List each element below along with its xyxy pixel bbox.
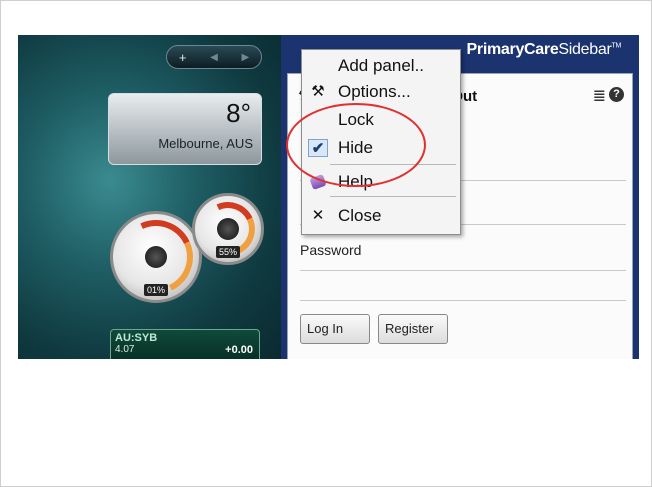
- weather-location: Melbourne, AUS: [158, 136, 253, 151]
- brand-secondary: Sidebar: [558, 41, 612, 58]
- slide-frame: + ◀ ▶ 8° Melbourne, AUS 01% 55% AU:SYB 4…: [0, 0, 652, 487]
- add-gadget-button[interactable]: +: [179, 50, 187, 65]
- memory-meter-gauge[interactable]: 55%: [192, 193, 264, 265]
- previous-page-button[interactable]: ◀: [210, 52, 218, 63]
- stock-symbol: AU:SYB: [115, 332, 158, 344]
- password-field-line[interactable]: [300, 270, 626, 271]
- list-menu-icon[interactable]: ≣: [593, 86, 606, 106]
- brand-logo: PrimaryCareSidebarTM: [466, 41, 622, 59]
- screenshot: + ◀ ▶ 8° Melbourne, AUS 01% 55% AU:SYB 4…: [18, 35, 639, 359]
- trademark: TM: [611, 42, 621, 50]
- register-button[interactable]: Register: [378, 314, 448, 344]
- highlight-annotation-circle: [286, 103, 426, 187]
- windows-gadget-sidebar: + ◀ ▶ 8° Melbourne, AUS 01% 55% AU:SYB 4…: [18, 35, 281, 359]
- menu-separator: [330, 196, 456, 197]
- divider: [300, 300, 626, 301]
- stock-price: 4.07: [115, 344, 135, 355]
- weather-gadget[interactable]: 8° Melbourne, AUS: [108, 93, 262, 165]
- stock-gadget[interactable]: AU:SYB 4.07 +0.00: [110, 329, 260, 359]
- cpu-percentage: 01%: [143, 284, 169, 296]
- menu-item-label: Add panel..: [338, 56, 425, 75]
- gadget-controls: + ◀ ▶: [166, 45, 262, 69]
- menu-item-label: Options...: [338, 82, 411, 101]
- menu-item-options[interactable]: ⚒ Options...: [302, 80, 460, 104]
- question-icon[interactable]: ?: [609, 87, 624, 102]
- tools-icon: ⚒: [311, 83, 325, 100]
- log-in-button[interactable]: Log In: [300, 314, 370, 344]
- memory-percentage: 55%: [215, 246, 241, 258]
- stock-change: +0.00: [225, 344, 253, 356]
- next-page-button[interactable]: ▶: [241, 52, 249, 63]
- brand-primary: PrimaryCare: [466, 41, 559, 58]
- gauge-hub: [217, 218, 239, 240]
- menu-item-add-panel[interactable]: Add panel..: [302, 54, 460, 78]
- cpu-meter-gauge[interactable]: 01%: [108, 209, 204, 305]
- gauge-hub: [145, 246, 167, 268]
- close-icon: ✕: [311, 207, 325, 224]
- temperature: 8°: [226, 98, 251, 128]
- password-label: Password: [300, 242, 362, 258]
- menu-item-close[interactable]: ✕ Close: [302, 204, 460, 228]
- menu-item-label: Close: [338, 206, 382, 225]
